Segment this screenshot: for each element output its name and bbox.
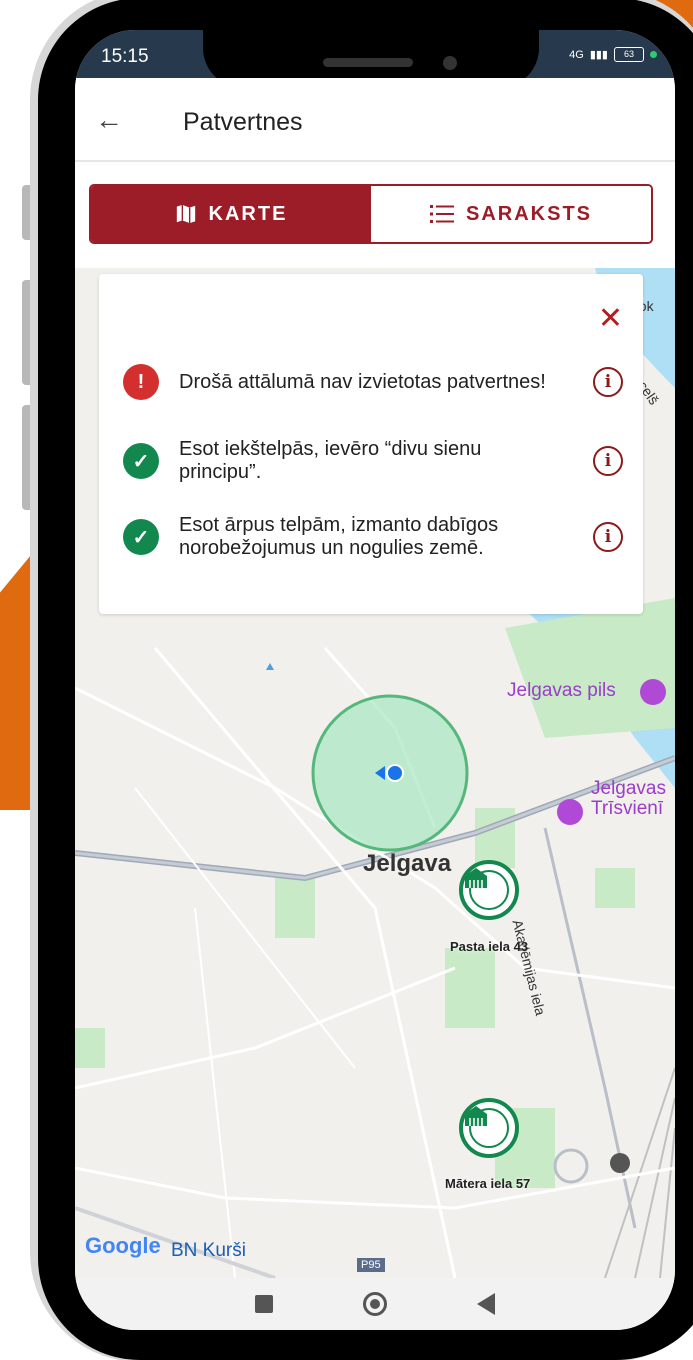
poi-jelgavas-pils[interactable]: Jelgavas pils xyxy=(507,680,616,702)
tip-text: Esot iekštelpās, ievēro “divu sienu prin… xyxy=(179,438,482,483)
safety-tips-card: ✕ ! Drošā attālumā nav izvietotas patver… xyxy=(99,274,643,614)
battery-icon: 63 xyxy=(614,47,644,62)
phone-screen: 15:15 4G ▮▮▮ 63 ← Patvertnes KARTE SARAK… xyxy=(75,30,675,1330)
back-nav-icon[interactable] xyxy=(477,1293,495,1315)
poi-trisvienibas[interactable]: Trīsvienī xyxy=(591,798,663,820)
check-icon: ✓ xyxy=(123,443,159,479)
info-icon[interactable]: i xyxy=(593,367,623,397)
arrow-left-icon: ← xyxy=(95,104,123,135)
shelter-label-matera: Mātera iela 57 xyxy=(445,1176,531,1191)
alert-icon: ! xyxy=(123,364,159,400)
tab-saraksts-label: SARAKSTS xyxy=(465,202,592,225)
shelter-icon xyxy=(465,868,487,888)
system-nav-bar xyxy=(75,1278,675,1330)
page-title: Patvertnes xyxy=(183,108,303,136)
view-toggle: KARTE SARAKSTS xyxy=(89,184,653,244)
status-icons: 4G ▮▮▮ 63 xyxy=(569,47,657,62)
status-time: 15:15 xyxy=(101,46,149,67)
poi-jelgavas[interactable]: Jelgavas xyxy=(591,778,666,800)
shelter-label-pasta: Pasta iela 43 xyxy=(450,939,529,954)
app-bar: ← Patvertnes xyxy=(75,78,675,162)
back-button[interactable]: ← xyxy=(95,100,135,140)
recents-icon[interactable] xyxy=(255,1295,273,1313)
info-icon[interactable]: i xyxy=(593,446,623,476)
tip-row: ! Drošā attālumā nav izvietotas patvertn… xyxy=(123,364,623,400)
tab-karte-label: KARTE xyxy=(208,202,288,225)
shelter-marker-matera[interactable] xyxy=(459,1098,519,1158)
poi-bn-kursi[interactable]: BN Kurši xyxy=(171,1240,246,1262)
close-icon: ✕ xyxy=(597,302,623,335)
map-icon xyxy=(176,204,195,224)
check-icon: ✓ xyxy=(123,519,159,555)
road-shield-p95: P95 xyxy=(357,1258,385,1272)
tip-row: ✓ Esot iekštelpās, ievēro “divu sienu pr… xyxy=(123,438,623,484)
shelter-inner xyxy=(465,1106,509,1148)
speaker-grille xyxy=(323,58,413,67)
google-logo: Google xyxy=(85,1233,161,1258)
shelter-marker-pasta[interactable] xyxy=(459,860,519,920)
tab-karte[interactable]: KARTE xyxy=(91,186,371,242)
tip-text: Esot ārpus telpām, izmanto dabīgos norob… xyxy=(179,514,499,559)
tip-text: Drošā attālumā nav izvietotas patvertnes… xyxy=(179,370,546,393)
home-icon[interactable] xyxy=(363,1292,387,1316)
list-icon xyxy=(429,205,454,223)
privacy-dot-icon xyxy=(650,51,657,58)
close-button[interactable]: ✕ xyxy=(598,304,623,334)
front-camera xyxy=(443,56,457,70)
shelter-inner xyxy=(465,868,509,910)
tip-row: ✓ Esot ārpus telpām, izmanto dabīgos nor… xyxy=(123,514,623,560)
tab-saraksts[interactable]: SARAKSTS xyxy=(371,186,651,242)
info-icon[interactable]: i xyxy=(593,522,623,552)
city-label: Jelgava xyxy=(363,850,452,877)
signal-icon: ▮▮▮ xyxy=(589,49,608,61)
network-label: 4G xyxy=(569,48,584,61)
shelter-icon xyxy=(465,1106,487,1126)
